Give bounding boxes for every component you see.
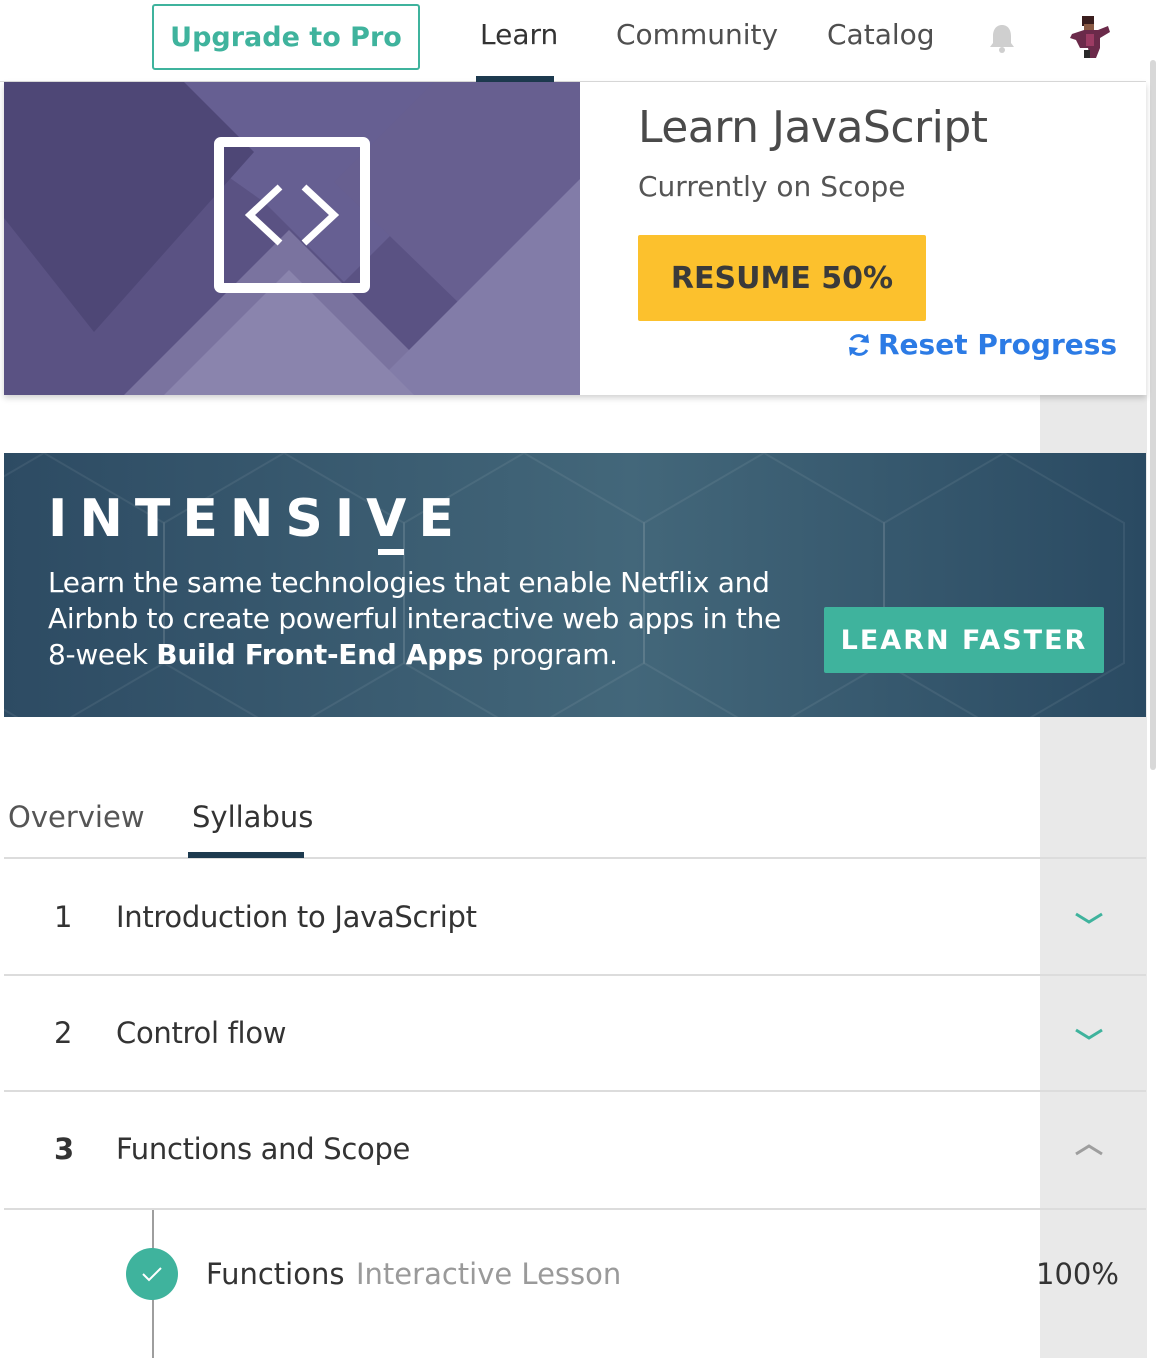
course-current-lesson: Currently on Scope	[638, 170, 906, 203]
tab-syllabus[interactable]: Syllabus	[188, 800, 314, 859]
lesson-type: Interactive Lesson	[356, 1257, 622, 1291]
reset-progress-link[interactable]: Reset Progress	[846, 328, 1117, 361]
check-icon[interactable]	[126, 1248, 178, 1300]
nav-catalog[interactable]: Catalog	[827, 18, 935, 82]
bell-icon[interactable]	[988, 22, 1016, 56]
nav-learn-label: Learn	[480, 18, 559, 51]
course-image	[4, 82, 580, 395]
lesson-title[interactable]: Functions	[206, 1257, 344, 1291]
unit-title: Functions and Scope	[116, 1132, 411, 1166]
tab-syllabus-label: Syllabus	[192, 800, 314, 834]
refresh-icon	[846, 332, 872, 358]
course-header: Learn JavaScript Currently on Scope RESU…	[4, 82, 1146, 395]
tab-overview[interactable]: Overview	[8, 800, 145, 859]
code-brackets-icon	[214, 137, 370, 293]
learn-faster-button[interactable]: LEARN FASTER	[824, 607, 1104, 673]
unit-title: Introduction to JavaScript	[116, 900, 477, 934]
intensive-text-part2: program.	[483, 638, 618, 671]
user-avatar[interactable]	[1066, 14, 1112, 60]
resume-button[interactable]: RESUME 50%	[638, 235, 926, 321]
chevron-down-icon[interactable]	[1072, 908, 1106, 928]
course-title: Learn JavaScript	[638, 102, 988, 153]
top-nav: Upgrade to Pro Learn Community Catalog	[0, 0, 1146, 82]
unit-number: 1	[54, 900, 73, 934]
tab-active-underline	[188, 852, 304, 858]
unit-title: Control flow	[116, 1016, 287, 1050]
program-name: Build Front-End Apps	[156, 638, 484, 671]
course-tabs: Overview Syllabus	[4, 780, 1146, 859]
unit-number: 3	[54, 1132, 75, 1166]
syllabus-unit-1[interactable]: 1 Introduction to JavaScript	[4, 860, 1146, 976]
syllabus-unit-2[interactable]: 2 Control flow	[4, 976, 1146, 1092]
nav-community[interactable]: Community	[616, 18, 778, 82]
intensive-title: INTENSIVE	[48, 489, 466, 549]
unit-number: 2	[54, 1016, 73, 1050]
intensive-title-accent	[378, 549, 404, 555]
upgrade-to-pro-button[interactable]: Upgrade to Pro	[152, 4, 420, 70]
nav-learn[interactable]: Learn	[476, 18, 559, 82]
syllabus-unit-3[interactable]: 3 Functions and Scope	[4, 1092, 1146, 1210]
intensive-banner: INTENSIVE Learn the same technologies th…	[4, 453, 1146, 717]
scrollbar[interactable]	[1150, 60, 1156, 770]
reset-progress-label: Reset Progress	[878, 328, 1118, 361]
lesson-progress: 100%	[1036, 1257, 1119, 1291]
chevron-down-icon[interactable]	[1072, 1024, 1106, 1044]
intensive-description: Learn the same technologies that enable …	[48, 565, 808, 673]
chevron-up-icon[interactable]	[1072, 1140, 1106, 1160]
